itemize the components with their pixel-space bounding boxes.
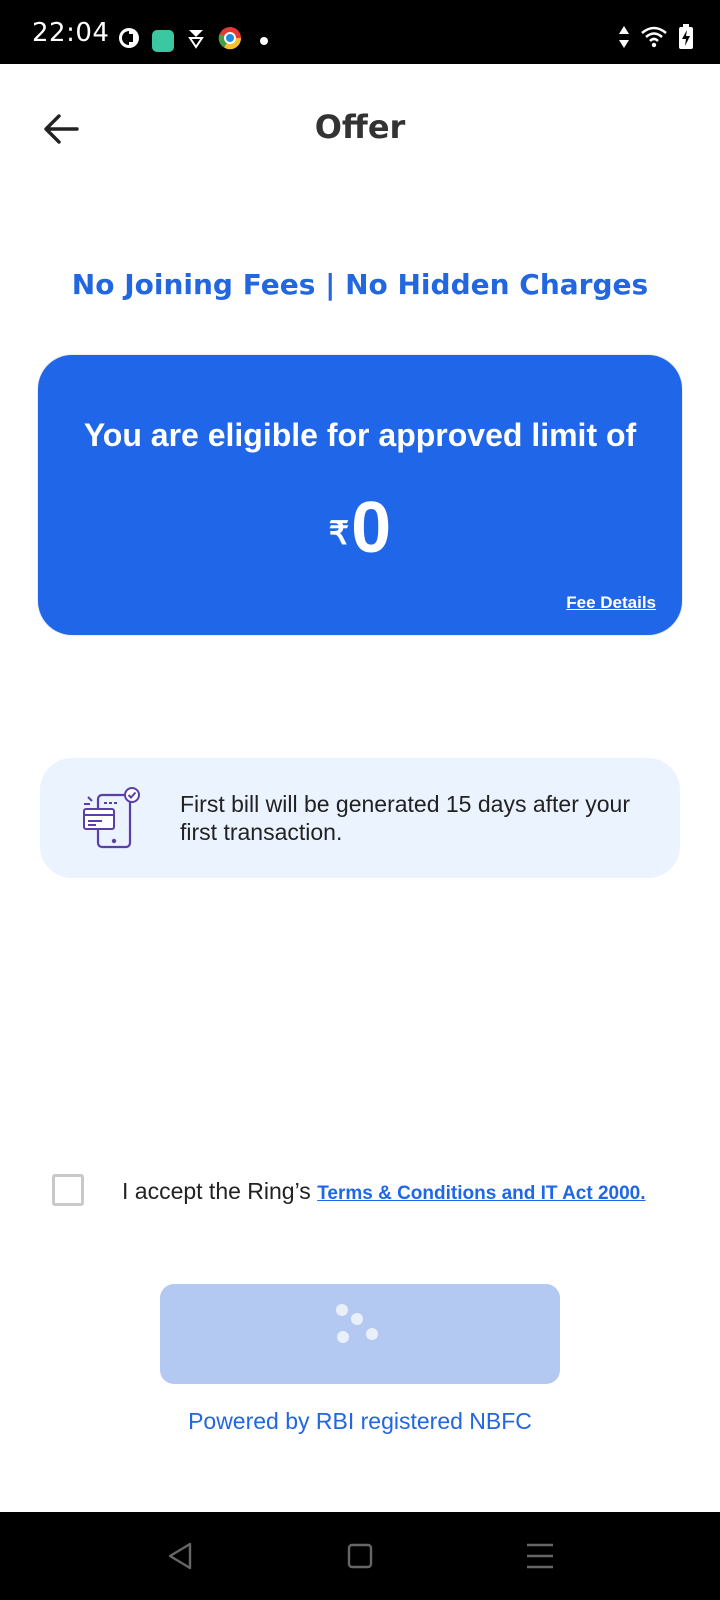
powered-by-text: Powered by RBI registered NBFC bbox=[188, 1408, 532, 1434]
terms-text: I accept the Ring’s Terms & Conditions a… bbox=[122, 1178, 646, 1205]
status-system-icons bbox=[618, 24, 694, 55]
terms-row: I accept the Ring’s Terms & Conditions a… bbox=[52, 1174, 692, 1214]
currency-symbol: ₹ bbox=[328, 515, 350, 551]
back-nav-icon[interactable] bbox=[160, 1538, 200, 1574]
app-icon bbox=[152, 29, 174, 52]
limit-heading: You are eligible for approved limit of bbox=[83, 417, 637, 453]
limit-value: 0 bbox=[351, 488, 392, 568]
recents-nav-icon[interactable] bbox=[520, 1538, 560, 1574]
tagline: No Joining Fees | No Hidden Charges bbox=[71, 268, 649, 301]
cloud-icon bbox=[186, 27, 206, 54]
data-arrows-icon bbox=[618, 25, 630, 54]
info-text: First bill will be generated 15 days aft… bbox=[180, 791, 630, 845]
terms-link[interactable]: Terms & Conditions and IT Act 2000. bbox=[317, 1183, 645, 1204]
fee-details-link[interactable]: Fee Details bbox=[566, 593, 656, 613]
page-title: Offer bbox=[314, 108, 406, 146]
info-box: First bill will be generated 15 days aft… bbox=[40, 758, 680, 878]
terms-prefix: I accept the Ring’s bbox=[122, 1178, 318, 1204]
sync-icon bbox=[118, 27, 140, 54]
notification-dot bbox=[260, 36, 268, 45]
app-header: Offer bbox=[0, 64, 720, 184]
terms-checkbox[interactable] bbox=[52, 1174, 84, 1206]
status-bar: 22:04 bbox=[0, 0, 720, 64]
home-nav-icon[interactable] bbox=[340, 1538, 380, 1574]
chrome-icon bbox=[218, 26, 242, 55]
limit-amount: ₹0 bbox=[38, 487, 682, 569]
continue-button[interactable] bbox=[160, 1284, 560, 1384]
system-nav-bar bbox=[0, 1512, 720, 1600]
status-time: 22:04 bbox=[32, 18, 110, 48]
wifi-icon bbox=[640, 26, 668, 53]
limit-card: You are eligible for approved limit of ₹… bbox=[38, 355, 682, 635]
bill-phone-icon bbox=[82, 787, 142, 849]
battery-charging-icon bbox=[678, 24, 694, 55]
status-notification-icons bbox=[118, 26, 268, 55]
